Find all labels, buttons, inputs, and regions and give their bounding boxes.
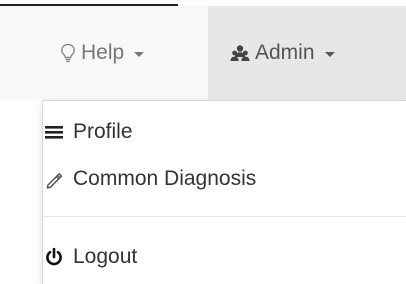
menu-item-logout[interactable]: Logout <box>44 242 137 272</box>
pencil-icon <box>44 169 70 189</box>
menu-divider <box>43 216 406 217</box>
menu-item-profile-label: Profile <box>73 120 133 143</box>
screenshot-frame: Help Admin Profile Common Diagnosis Logo… <box>0 0 406 284</box>
power-icon <box>44 247 70 267</box>
menu-item-common-diagnosis[interactable]: Common Diagnosis <box>44 164 256 194</box>
menu-item-logout-label: Logout <box>73 245 138 268</box>
menu-item-common-diagnosis-label: Common Diagnosis <box>73 167 257 190</box>
lightbulb-icon <box>60 43 76 63</box>
chevron-down-icon <box>134 51 145 57</box>
nav-help-label: Help <box>81 41 125 64</box>
menu-item-profile[interactable]: Profile <box>44 117 133 147</box>
users-icon <box>230 44 250 62</box>
nav-help-toggle[interactable]: Help <box>40 6 208 100</box>
nav-admin-label: Admin <box>255 41 315 64</box>
bars-icon <box>44 124 70 140</box>
chevron-down-icon <box>324 51 335 57</box>
nav-admin-toggle[interactable]: Admin <box>208 6 406 100</box>
